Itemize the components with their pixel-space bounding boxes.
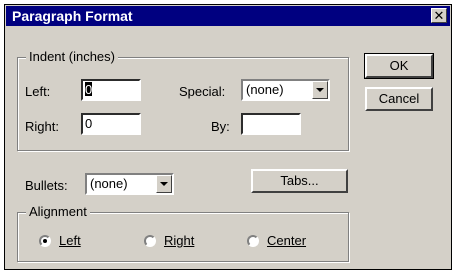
- left-indent-input[interactable]: 0: [81, 79, 141, 101]
- align-left-radio[interactable]: [39, 235, 51, 247]
- by-label: By:: [211, 119, 230, 134]
- indent-group: Indent (inches): [17, 49, 349, 151]
- align-right-label[interactable]: Right: [164, 233, 194, 249]
- alignment-legend: Alignment: [26, 204, 90, 220]
- title-bar: Paragraph Format ✕: [6, 6, 450, 26]
- bullets-select[interactable]: (none): [85, 173, 174, 195]
- special-dropdown-button[interactable]: [312, 81, 328, 99]
- cancel-button[interactable]: Cancel: [365, 87, 433, 111]
- align-center-radio[interactable]: [247, 235, 259, 247]
- dialog-title: Paragraph Format: [12, 8, 133, 24]
- chevron-down-icon: [160, 182, 168, 186]
- radio-selected-dot: [43, 239, 47, 243]
- close-button[interactable]: ✕: [431, 8, 447, 23]
- tabs-button[interactable]: Tabs...: [251, 169, 348, 193]
- close-icon: ✕: [433, 8, 445, 23]
- special-select-value: (none): [246, 82, 284, 97]
- align-center-label[interactable]: Center: [267, 233, 306, 249]
- indent-legend: Indent (inches): [26, 49, 118, 65]
- right-indent-label: Right:: [25, 119, 59, 134]
- special-select[interactable]: (none): [241, 79, 330, 101]
- paragraph-format-dialog: Paragraph Format ✕ Indent (inches) Left:…: [4, 4, 452, 270]
- special-label: Special:: [179, 84, 226, 99]
- bullets-label: Bullets:: [25, 178, 68, 193]
- bullets-dropdown-button[interactable]: [156, 175, 172, 193]
- by-input[interactable]: [241, 113, 301, 135]
- right-indent-input[interactable]: 0: [81, 113, 141, 135]
- chevron-down-icon: [316, 88, 324, 92]
- ok-button[interactable]: OK: [364, 53, 434, 79]
- left-indent-label: Left:: [25, 84, 51, 99]
- left-indent-value: 0: [85, 82, 93, 97]
- align-left-label[interactable]: Left: [59, 233, 81, 249]
- align-right-radio[interactable]: [144, 235, 156, 247]
- bullets-select-value: (none): [90, 176, 128, 191]
